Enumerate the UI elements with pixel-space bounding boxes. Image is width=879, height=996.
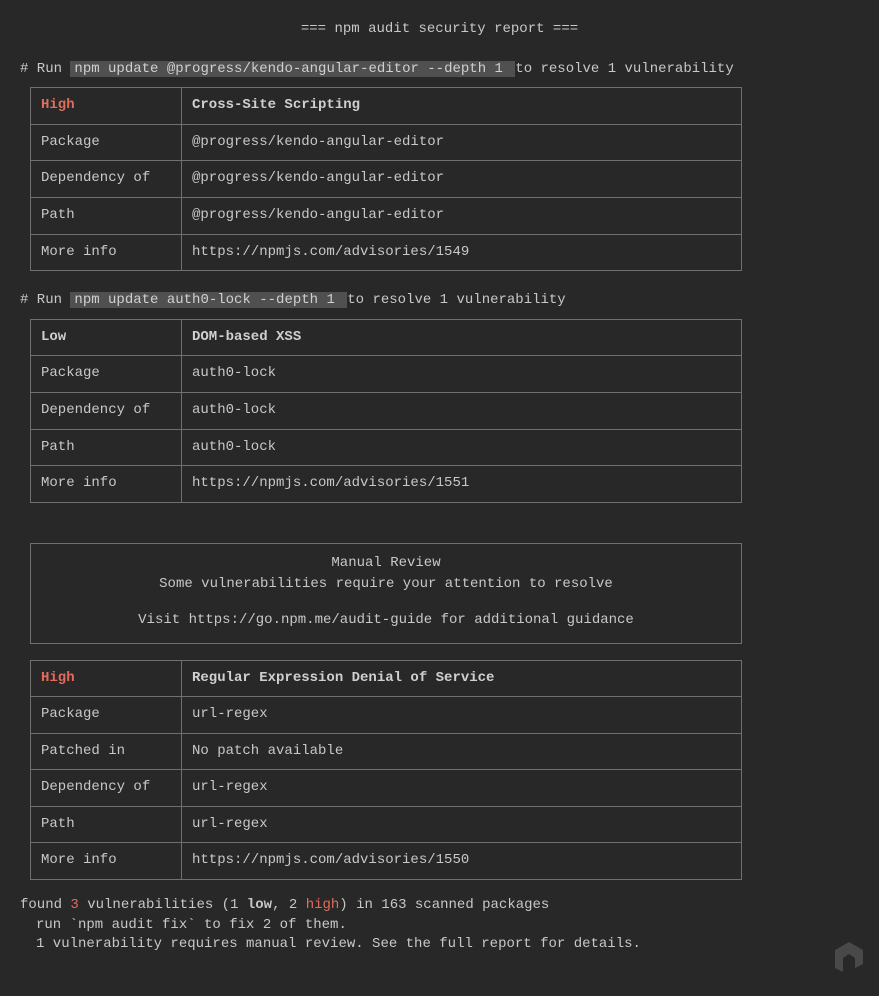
summary-block: found 3 vulnerabilities (1 low, 2 high) … [20, 896, 859, 955]
severity-badge: Low [41, 329, 66, 345]
table-row: Package url-regex [31, 697, 742, 734]
vuln-table-1: High Cross-Site Scripting Package @progr… [30, 87, 742, 271]
run-command-1: npm update @progress/kendo-angular-edito… [70, 61, 515, 77]
value-path: url-regex [182, 806, 742, 843]
vuln-table-2: Low DOM-based XSS Package auth0-lock Dep… [30, 319, 742, 503]
table-row: Path @progress/kendo-angular-editor [31, 197, 742, 234]
severity-badge: High [41, 97, 75, 113]
summary-line2: run `npm audit fix` to fix 2 of them. [36, 916, 859, 936]
table-row: Low DOM-based XSS [31, 319, 742, 356]
table-row: High Regular Expression Denial of Servic… [31, 660, 742, 697]
summary-line1: found 3 vulnerabilities (1 low, 2 high) … [20, 896, 859, 916]
vuln-title: DOM-based XSS [192, 329, 301, 345]
value-patchedin: No patch available [182, 733, 742, 770]
value-moreinfo: https://npmjs.com/advisories/1551 [182, 466, 742, 503]
table-row: Dependency of auth0-lock [31, 392, 742, 429]
table-row: More info https://npmjs.com/advisories/1… [31, 843, 742, 880]
label-moreinfo: More info [31, 234, 182, 271]
label-patchedin: Patched in [31, 733, 182, 770]
table-row: Package @progress/kendo-angular-editor [31, 124, 742, 161]
run-prefix: # Run [20, 61, 70, 77]
label-package: Package [31, 356, 182, 393]
table-row: High Cross-Site Scripting [31, 88, 742, 125]
label-package: Package [31, 124, 182, 161]
mid-b: , 2 [272, 897, 306, 913]
mid-a: vulnerabilities (1 [79, 897, 247, 913]
run-suffix: to resolve 1 vulnerability [347, 292, 565, 308]
value-package: @progress/kendo-angular-editor [182, 124, 742, 161]
value-dependency: url-regex [182, 770, 742, 807]
low-word: low [247, 897, 272, 913]
run-prefix: # Run [20, 292, 70, 308]
value-moreinfo: https://npmjs.com/advisories/1550 [182, 843, 742, 880]
table-row: More info https://npmjs.com/advisories/1… [31, 234, 742, 271]
label-moreinfo: More info [31, 843, 182, 880]
value-dependency: @progress/kendo-angular-editor [182, 161, 742, 198]
table-row: Dependency of url-regex [31, 770, 742, 807]
summary-line3: 1 vulnerability requires manual review. … [36, 935, 859, 955]
value-dependency: auth0-lock [182, 392, 742, 429]
table-row: More info https://npmjs.com/advisories/1… [31, 466, 742, 503]
label-moreinfo: More info [31, 466, 182, 503]
value-package: auth0-lock [182, 356, 742, 393]
label-path: Path [31, 806, 182, 843]
label-path: Path [31, 429, 182, 466]
label-dependency: Dependency of [31, 161, 182, 198]
mid-c: ) in 163 scanned packages [339, 897, 549, 913]
table-row: Path url-regex [31, 806, 742, 843]
report-header: === npm audit security report === [20, 20, 859, 40]
table-row: Patched in No patch available [31, 733, 742, 770]
watermark-icon [829, 938, 869, 986]
label-dependency: Dependency of [31, 392, 182, 429]
vuln-title: Cross-Site Scripting [192, 97, 360, 113]
run-command-line-1: # Run npm update @progress/kendo-angular… [20, 60, 859, 80]
run-suffix: to resolve 1 vulnerability [515, 61, 733, 77]
found-count: 3 [70, 897, 78, 913]
value-package: url-regex [182, 697, 742, 734]
value-path: auth0-lock [182, 429, 742, 466]
table-row: Dependency of @progress/kendo-angular-ed… [31, 161, 742, 198]
label-path: Path [31, 197, 182, 234]
label-package: Package [31, 697, 182, 734]
vuln-table-3: High Regular Expression Denial of Servic… [30, 660, 742, 881]
severity-badge: High [41, 670, 75, 686]
table-row: Package auth0-lock [31, 356, 742, 393]
manual-line2: Visit https://go.npm.me/audit-guide for … [41, 611, 731, 631]
high-word: high [306, 897, 340, 913]
manual-line1: Some vulnerabilities require your attent… [41, 575, 731, 595]
manual-review-box: Manual Review Some vulnerabilities requi… [30, 543, 742, 644]
table-row: Path auth0-lock [31, 429, 742, 466]
value-path: @progress/kendo-angular-editor [182, 197, 742, 234]
label-dependency: Dependency of [31, 770, 182, 807]
found-prefix: found [20, 897, 70, 913]
manual-title: Manual Review [41, 554, 731, 574]
value-moreinfo: https://npmjs.com/advisories/1549 [182, 234, 742, 271]
run-command-2: npm update auth0-lock --depth 1 [70, 292, 347, 308]
vuln-title: Regular Expression Denial of Service [192, 670, 494, 686]
run-command-line-2: # Run npm update auth0-lock --depth 1 to… [20, 291, 859, 311]
